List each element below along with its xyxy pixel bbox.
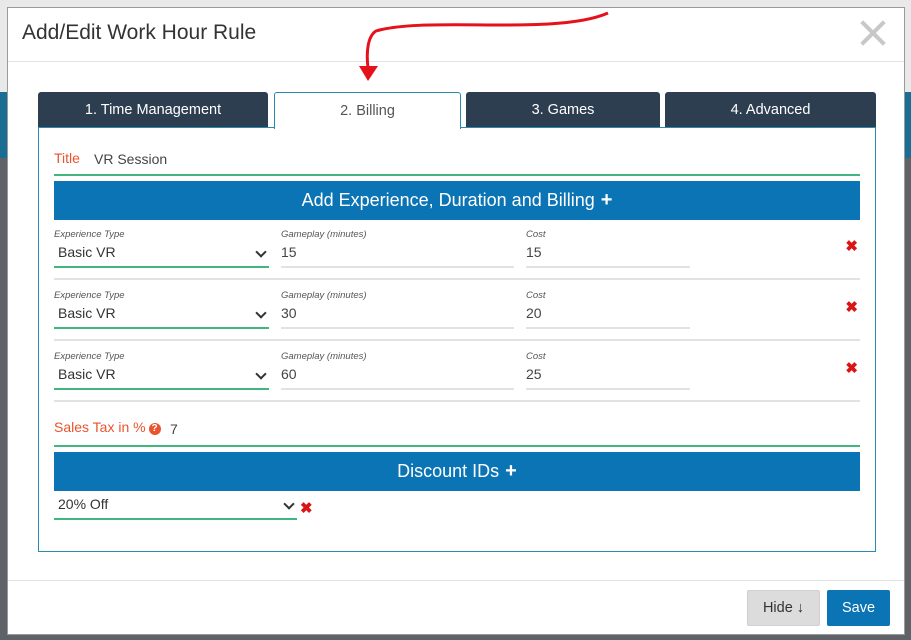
close-icon[interactable]	[858, 18, 888, 48]
cost-label: Cost	[526, 351, 546, 362]
title-label: Title	[54, 150, 80, 166]
experience-type-value: Basic VR	[58, 366, 116, 382]
delete-icon[interactable]: ✖	[845, 359, 858, 377]
experience-row: Experience Type Basic VR Gameplay (minut…	[54, 220, 860, 280]
gameplay-input[interactable]: 30	[281, 301, 514, 329]
cost-label: Cost	[526, 229, 546, 240]
save-button[interactable]: Save	[827, 590, 890, 626]
gameplay-input[interactable]: 60	[281, 362, 514, 390]
experience-type-select[interactable]: Basic VR	[54, 240, 269, 268]
cost-input[interactable]: 20	[526, 301, 690, 329]
chevron-down-icon	[283, 498, 295, 510]
tab-advanced[interactable]: 4. Advanced	[665, 92, 876, 128]
title-field[interactable]: Title VR Session	[54, 148, 860, 176]
delete-icon[interactable]: ✖	[845, 237, 858, 255]
experience-type-select[interactable]: Basic VR	[54, 362, 269, 390]
discount-select-value: 20% Off	[58, 496, 109, 512]
delete-icon[interactable]: ✖	[845, 298, 858, 316]
experience-row: Experience Type Basic VR Gameplay (minut…	[54, 281, 860, 341]
plus-icon: +	[600, 189, 613, 211]
gameplay-input[interactable]: 15	[281, 240, 514, 268]
experience-type-value: Basic VR	[58, 305, 116, 321]
cost-input[interactable]: 15	[526, 240, 690, 268]
billing-panel: Title VR Session Add Experience, Duratio…	[38, 127, 876, 552]
annotation-arrow-icon	[359, 11, 609, 81]
add-discount-button[interactable]: Discount IDs +	[54, 452, 860, 491]
tab-billing[interactable]: 2. Billing	[274, 92, 461, 129]
gameplay-label: Gameplay (minutes)	[281, 290, 367, 301]
gameplay-label: Gameplay (minutes)	[281, 351, 367, 362]
chevron-down-icon	[255, 307, 267, 319]
experience-type-select[interactable]: Basic VR	[54, 301, 269, 329]
sales-tax-field[interactable]: Sales Tax in %? 7	[54, 412, 860, 447]
tab-bar: 1. Time Management 2. Billing 3. Games 4…	[38, 92, 876, 129]
hide-button[interactable]: Hide ↓	[747, 590, 820, 626]
work-hour-rule-modal: Add/Edit Work Hour Rule 1. Time Manageme…	[7, 7, 905, 635]
question-circle-icon[interactable]: ?	[148, 423, 161, 435]
plus-icon: +	[505, 460, 517, 482]
experience-type-value: Basic VR	[58, 244, 116, 260]
tab-games[interactable]: 3. Games	[466, 92, 660, 128]
add-experience-button[interactable]: Add Experience, Duration and Billing +	[54, 181, 860, 220]
experience-row: Experience Type Basic VR Gameplay (minut…	[54, 342, 860, 402]
cost-input[interactable]: 25	[526, 362, 690, 390]
title-input[interactable]: VR Session	[94, 151, 167, 167]
cost-label: Cost	[526, 290, 546, 301]
chevron-down-icon	[255, 246, 267, 258]
discount-select[interactable]: 20% Off	[54, 492, 297, 520]
modal-footer: Hide ↓ Save	[8, 580, 904, 634]
gameplay-label: Gameplay (minutes)	[281, 229, 367, 240]
discount-ids-label: Discount IDs	[397, 461, 500, 481]
delete-icon[interactable]: ✖	[300, 499, 313, 517]
add-experience-label: Add Experience, Duration and Billing	[301, 190, 595, 210]
modal-title: Add/Edit Work Hour Rule	[22, 21, 257, 44]
experience-type-label: Experience Type	[54, 351, 125, 362]
chevron-down-icon	[255, 368, 267, 380]
experience-type-label: Experience Type	[54, 290, 125, 301]
tab-time-management[interactable]: 1. Time Management	[38, 92, 268, 128]
sales-tax-label: Sales Tax in %?	[54, 419, 161, 435]
experience-type-label: Experience Type	[54, 229, 125, 240]
sales-tax-input[interactable]: 7	[170, 421, 178, 437]
